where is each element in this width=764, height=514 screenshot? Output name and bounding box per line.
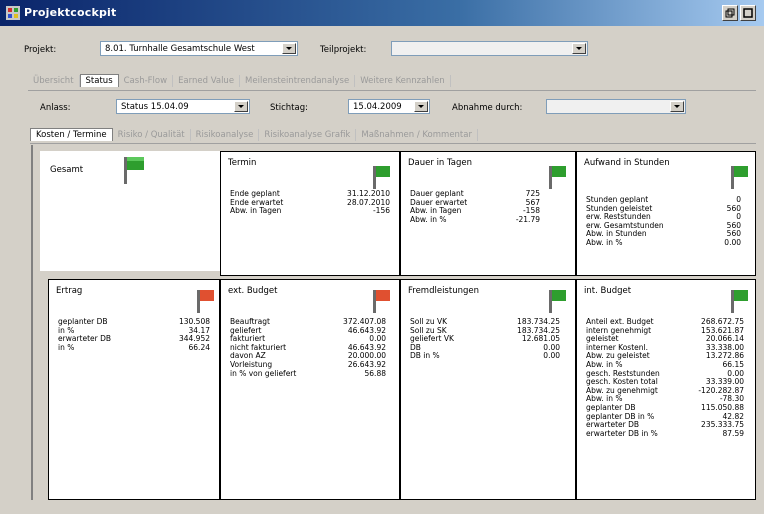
termin-rows: Ende geplant 31.12.2010 Ende erwartet 28.0…	[230, 189, 390, 216]
table-row: erwarteter DB in % 87.59	[586, 428, 744, 439]
row-value: -21.79	[515, 214, 540, 224]
status-flag-icon	[373, 290, 390, 313]
projektcockpit-window: Projektcockpit Projekt: 8.01. Turnhalle …	[0, 0, 764, 514]
grid-left-border	[31, 145, 33, 500]
stichtag-label: Stichtag:	[270, 103, 308, 113]
restore-button[interactable]	[722, 5, 738, 21]
row-label: in %	[58, 342, 75, 352]
status-flag-icon	[549, 290, 566, 313]
row-label: in % von geliefert	[230, 368, 297, 378]
aufwand-rows: Stunden geplant 0 Stunden geleistet 560 er…	[586, 195, 741, 248]
status-flag-icon	[549, 166, 566, 189]
tab-cash-flow[interactable]: Cash-Flow	[119, 75, 174, 87]
dauer-rows: Dauer geplant 725 Dauer erwartet 567 Abw. …	[410, 189, 540, 225]
table-row: geliefert VK 12.681.05	[410, 335, 560, 344]
window-title: Projektcockpit	[24, 6, 117, 19]
card-ext-budget: ext. Budget Beauftragt 372.407.08 geliefe…	[220, 279, 400, 500]
main-tabs: Übersicht Status Cash-Flow Earned Value Meil…	[28, 74, 451, 88]
card-termin: Termin Ende geplant 31.12.2010 Ende erwar…	[220, 151, 400, 276]
stichtag-value: 15.04.2009	[353, 102, 402, 112]
card-gesamt-title: Gesamt	[50, 165, 84, 175]
projekt-dropdown-icon[interactable]	[282, 43, 296, 54]
row-label: Abw. in Tagen	[230, 206, 282, 216]
status-grid: Gesamt Termin Ende geplant 31.12.2010 End…	[30, 145, 756, 500]
card-ertrag-title: Ertrag	[56, 286, 83, 296]
stichtag-date-picker[interactable]: 15.04.2009	[348, 99, 430, 114]
card-ertrag: Ertrag geplanter DB 130.508 in % 34.17 erw…	[48, 279, 220, 500]
card-ext-budget-title: ext. Budget	[228, 286, 278, 296]
tab-meilensteintrendanalyse[interactable]: Meilensteintrendanalyse	[240, 75, 356, 87]
card-termin-title: Termin	[228, 158, 257, 168]
window-left-edge	[8, 26, 16, 514]
card-int-budget: int. Budget Anteil ext. Budget 268.672.75…	[576, 279, 756, 500]
tab-weitere-kennzahlen[interactable]: Weitere Kennzahlen	[355, 75, 451, 87]
row-label: Abw. in %	[586, 237, 623, 247]
abnahme-dropdown-icon[interactable]	[670, 101, 684, 112]
teilprojekt-label: Teilprojekt:	[320, 45, 367, 55]
tab-massnahmen-kommentar[interactable]: Maßnahmen / Kommentar	[356, 129, 478, 141]
card-dauer: Dauer in Tagen Dauer geplant 725 Dauer er…	[400, 151, 576, 276]
sub-tabs: Kosten / Termine Risiko / Qualität Risikoa…	[30, 128, 478, 142]
tab-risikoanalyse[interactable]: Risikoanalyse	[191, 129, 260, 141]
tab-uebersicht[interactable]: Übersicht	[28, 75, 80, 87]
maximize-icon	[743, 8, 753, 18]
teilprojekt-select[interactable]	[391, 41, 588, 56]
maximize-button[interactable]	[740, 5, 756, 21]
card-fremdleistungen: Fremdleistungen Soll zu VK 183.734.25 Sol…	[400, 279, 576, 500]
stichtag-dropdown-icon[interactable]	[414, 101, 428, 112]
card-gesamt: Gesamt	[40, 151, 220, 271]
status-flag-icon	[373, 166, 390, 189]
table-row: Abw. in Tagen -156	[230, 207, 390, 216]
anlass-value: Status 15.04.09	[121, 102, 189, 112]
fremdleistungen-rows: Soll zu VK 183.734.25 Soll zu SK 183.734.2…	[410, 317, 560, 361]
app-icon	[6, 6, 20, 20]
table-row: in % von geliefert 56.88	[230, 368, 386, 379]
anlass-select[interactable]: Status 15.04.09	[116, 99, 250, 114]
teilprojekt-dropdown-icon[interactable]	[572, 43, 586, 54]
card-int-budget-title: int. Budget	[584, 286, 632, 296]
row-label: DB in %	[410, 351, 440, 361]
int-budget-rows: Anteil ext. Budget 268.672.75 intern gene…	[586, 317, 744, 439]
row-value: -156	[372, 206, 390, 216]
projekt-label: Projekt:	[24, 45, 57, 55]
row-value: 0.00	[543, 351, 560, 361]
card-aufwand: Aufwand in Stunden Stunden geplant 0 Stun…	[576, 151, 756, 276]
row-label: erwarteter DB in %	[586, 428, 658, 438]
row-value: 66.24	[188, 342, 210, 352]
tab-earned-value[interactable]: Earned Value	[173, 75, 241, 87]
projekt-value: 8.01. Turnhalle Gesamtschule West	[105, 44, 255, 54]
tab-kosten-termine[interactable]: Kosten / Termine	[30, 128, 113, 141]
row-value: 56.88	[364, 368, 386, 378]
card-dauer-title: Dauer in Tagen	[408, 158, 473, 168]
status-flag-icon	[124, 157, 144, 184]
projekt-select[interactable]: 8.01. Turnhalle Gesamtschule West	[100, 41, 298, 56]
table-row: Abw. in % -21.79	[410, 214, 540, 225]
card-fremdleistungen-title: Fremdleistungen	[408, 286, 479, 296]
restore-icon	[725, 8, 735, 18]
tab-risikoanalyse-grafik[interactable]: Risikoanalyse Grafik	[259, 129, 357, 141]
table-row: DB in % 0.00	[410, 352, 560, 361]
table-row: in % 66.24	[58, 342, 210, 353]
status-flag-icon	[731, 166, 748, 189]
row-label: Abw. in %	[410, 214, 447, 224]
table-row: erwarteter DB 344.952	[58, 335, 210, 344]
status-flag-icon	[197, 290, 214, 313]
anlass-label: Anlass:	[40, 103, 71, 113]
title-bar: Projektcockpit	[0, 0, 764, 26]
main-tabs-divider	[28, 90, 756, 91]
tab-status[interactable]: Status	[79, 74, 119, 87]
table-row: geplanter DB 130.508	[58, 317, 210, 327]
ext-budget-rows: Beauftragt 372.407.08 geliefert 46.643.92 …	[230, 317, 386, 379]
abnahme-select[interactable]	[546, 99, 686, 114]
abnahme-label: Abnahme durch:	[452, 103, 523, 113]
ertrag-rows: geplanter DB 130.508 in % 34.17 erwarteter…	[58, 317, 210, 353]
status-flag-icon	[731, 290, 748, 313]
anlass-dropdown-icon[interactable]	[234, 101, 248, 112]
row-value: 87.59	[722, 428, 744, 438]
tab-risiko-qualitaet[interactable]: Risiko / Qualität	[113, 129, 191, 141]
sub-tabs-divider	[30, 143, 756, 144]
table-row: Abw. in % 0.00	[586, 237, 741, 248]
card-aufwand-title: Aufwand in Stunden	[584, 158, 670, 168]
row-value: 0.00	[724, 237, 741, 247]
